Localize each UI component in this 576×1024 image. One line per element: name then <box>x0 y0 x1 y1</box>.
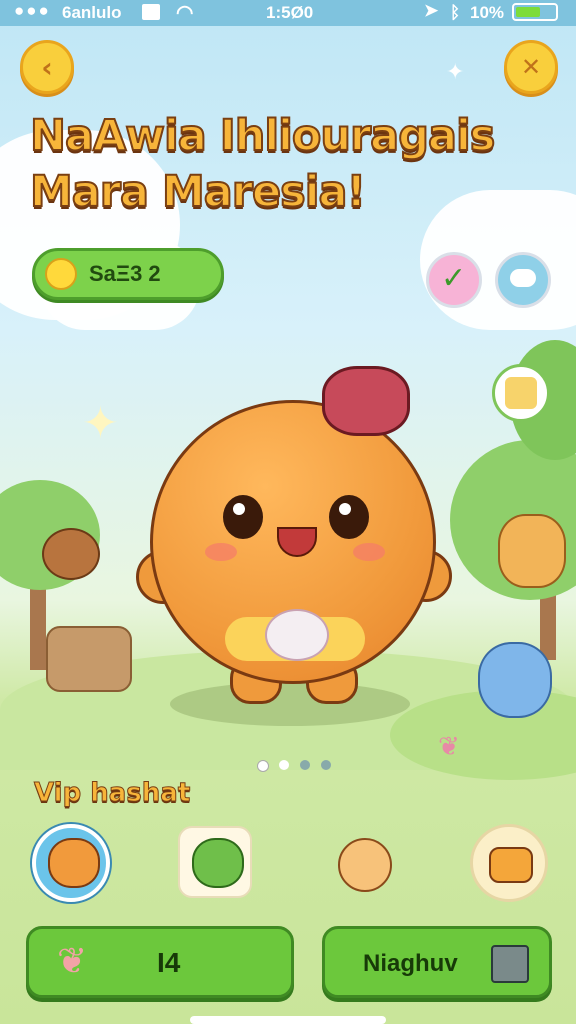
brown-critter-icon <box>42 528 100 580</box>
pet-slot-green-frog[interactable] <box>178 826 252 898</box>
chevron-left-icon: ‹ <box>41 50 53 84</box>
mascot-body <box>150 400 436 684</box>
close-button[interactable]: ✕ <box>504 40 558 94</box>
bow-icon <box>322 366 410 436</box>
back-button[interactable]: ‹ <box>20 40 74 94</box>
left-action-button[interactable]: ❦ I4 <box>26 926 294 998</box>
bluetooth-icon: ᛒ <box>450 3 461 22</box>
pet-slot-orange-cat[interactable] <box>470 824 548 902</box>
sparkle-icon: ✦ <box>82 398 119 449</box>
battery-text: 10% <box>470 3 505 22</box>
wifi-icon: ◠ <box>176 2 194 24</box>
blue-creature-icon <box>478 642 552 718</box>
close-icon: ✕ <box>520 53 542 81</box>
butterfly-icon: ❦ <box>438 732 460 762</box>
battery-icon <box>512 3 558 21</box>
pet-slot-orange-blob[interactable] <box>32 824 110 902</box>
home-indicator <box>190 1016 386 1024</box>
yellow-critter-icon <box>498 514 566 588</box>
mascot-blush-right <box>353 543 385 561</box>
heart-leaf-icon: ❦ <box>57 941 88 982</box>
battery-box-icon <box>491 945 529 983</box>
carrier-text: 6anlulo <box>62 3 122 22</box>
title-line-2: Mara Maresia! <box>29 166 367 218</box>
carousel-dot[interactable] <box>300 760 310 770</box>
sparkle-icon: ✦ <box>446 60 465 85</box>
mascot-blush-left <box>205 543 237 561</box>
carousel-dot[interactable] <box>321 760 331 770</box>
cloud-button[interactable] <box>495 252 551 308</box>
pet-slot-pink-mouse[interactable] <box>326 826 400 900</box>
green-frog-icon <box>192 838 244 888</box>
cloud-icon <box>510 269 536 287</box>
page-title: NaAwia Ihliouragais Mara Maresia! <box>29 108 550 220</box>
orange-cat-icon <box>489 847 533 883</box>
orange-blob-icon <box>48 838 100 888</box>
right-action-label: Niaghuv <box>363 950 458 977</box>
check-badge-button[interactable]: ✓ <box>426 252 482 308</box>
carousel-dot[interactable] <box>279 760 289 770</box>
game-screen: ●●● 6anlulo ◠ 1:5Ø0 ➤ ᛒ 10% ✦ ✦ ‹ ✕ NaAw… <box>0 0 576 1024</box>
mascot-pearl <box>265 609 329 661</box>
check-badge-icon: ✓ <box>441 261 467 296</box>
pet-section-label: Vip hashat <box>33 778 191 809</box>
title-line-1: NaAwia Ihliouragais <box>29 110 496 162</box>
status-bar: ●●● 6anlulo ◠ 1:5Ø0 ➤ ᛒ 10% <box>0 0 576 26</box>
clock-text: 1:5Ø0 <box>266 3 314 22</box>
image-icon <box>142 4 160 20</box>
mascot-mouth <box>277 527 317 557</box>
coin-icon <box>45 258 77 290</box>
mascot-eye-left <box>223 495 263 539</box>
photo-frame-icon[interactable] <box>492 364 550 422</box>
mascot-eye-right <box>329 495 369 539</box>
pink-mouse-icon <box>338 838 392 892</box>
currency-amount: SaΞ3 2 <box>89 261 161 286</box>
signal-icon: ●●● <box>14 1 51 20</box>
location-icon: ➤ <box>424 1 439 20</box>
currency-counter[interactable]: SaΞ3 2 <box>32 248 224 300</box>
left-action-label: I4 <box>157 947 181 978</box>
carousel-dot-active[interactable] <box>257 760 269 772</box>
wooden-box-icon <box>46 626 132 692</box>
right-action-button[interactable]: Niaghuv <box>322 926 552 998</box>
mascot-character[interactable] <box>136 366 452 704</box>
